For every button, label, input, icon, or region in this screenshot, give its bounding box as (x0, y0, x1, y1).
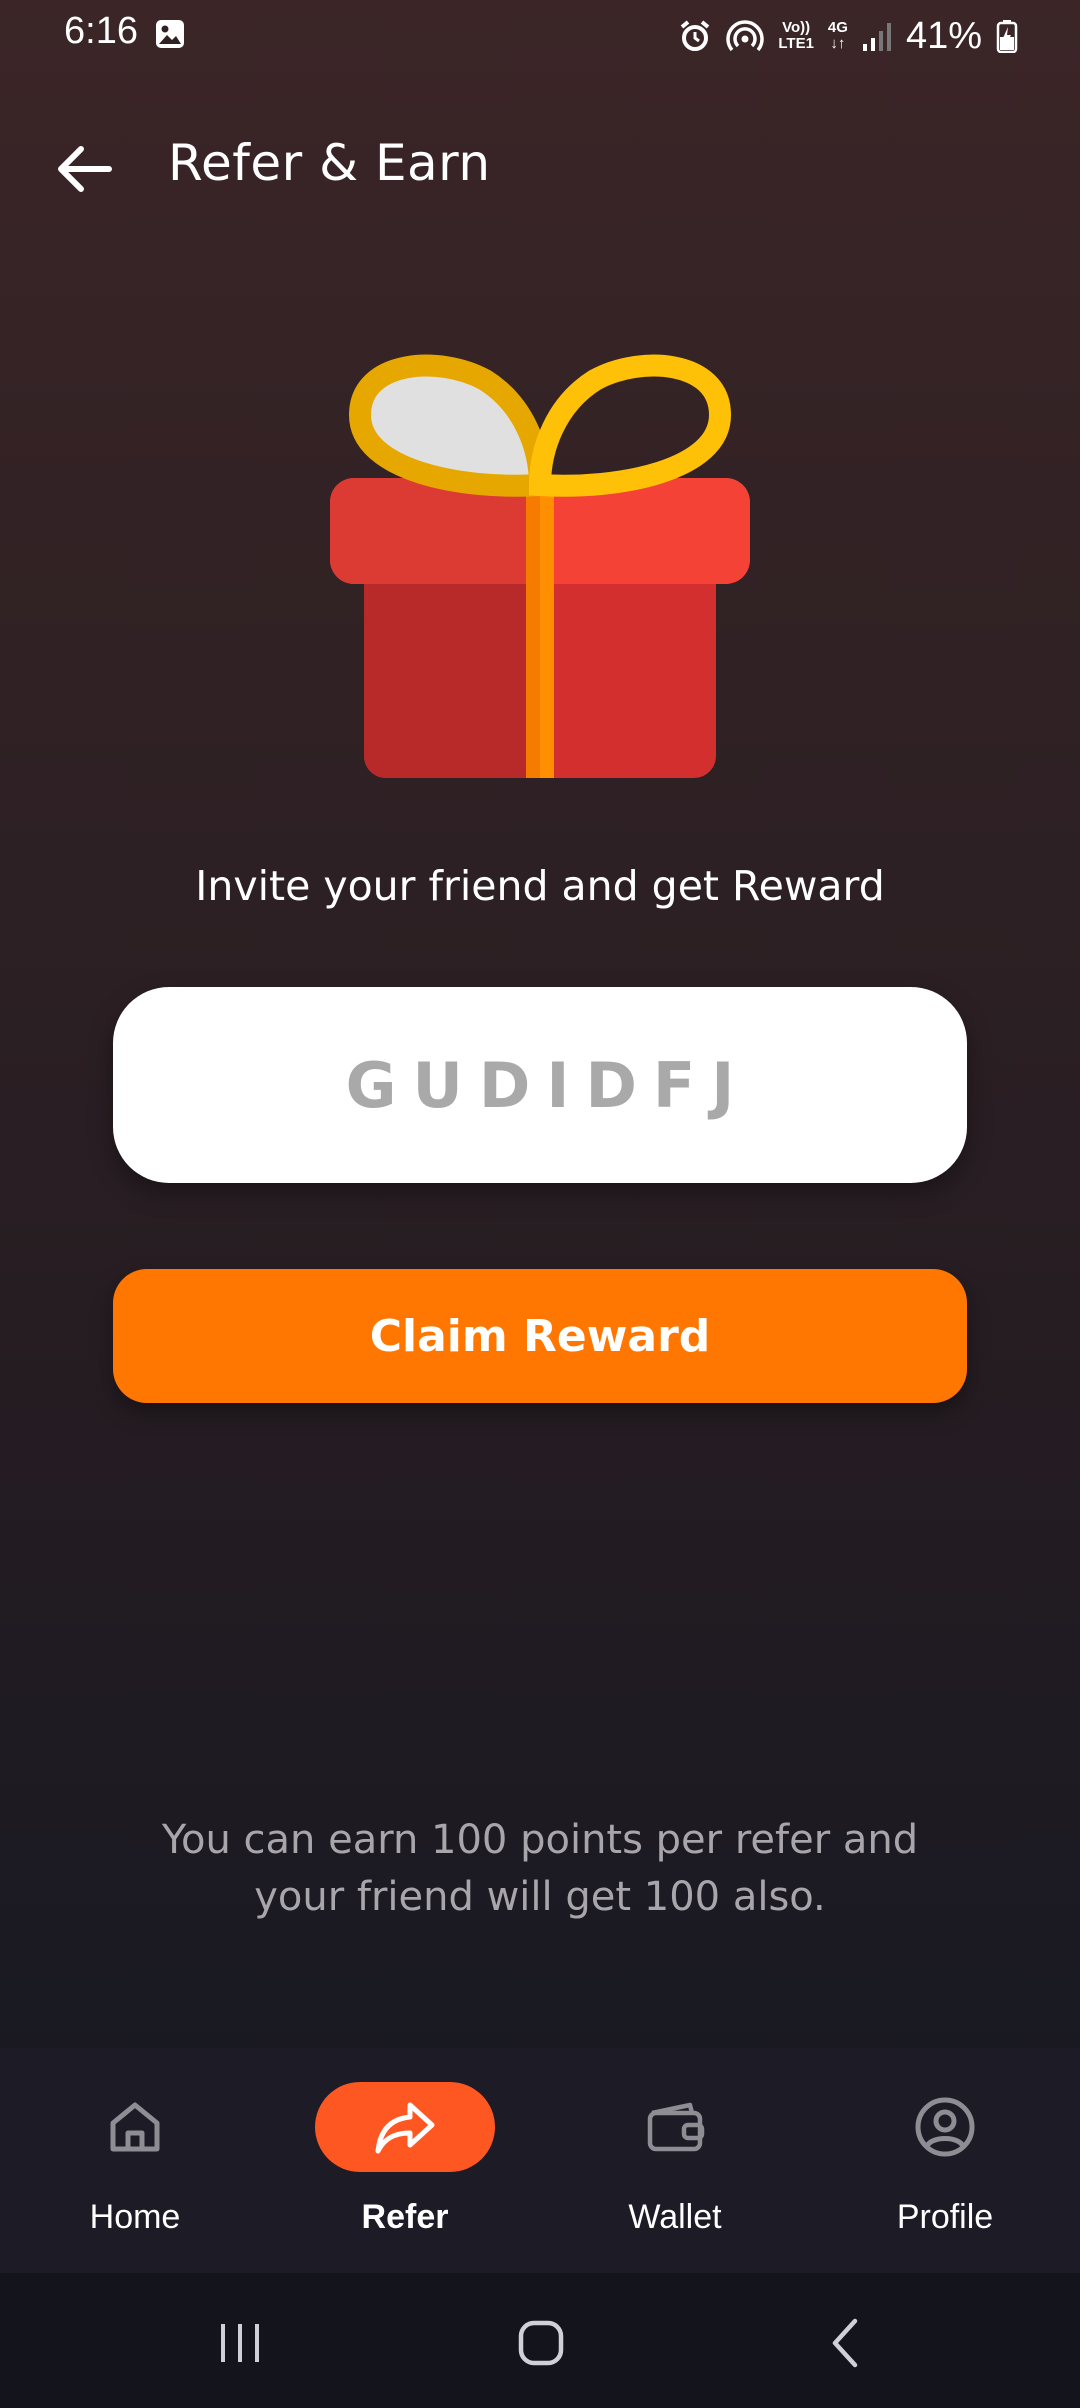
battery-charging-icon (996, 20, 1018, 53)
data-bottom: ↓↑ (830, 35, 846, 52)
status-time: 6:16 (64, 10, 138, 52)
home-icon (110, 2102, 160, 2152)
claim-reward-button[interactable]: Claim Reward (113, 1269, 967, 1403)
bottom-nav: Home Refer Wallet Profile (0, 2048, 1080, 2273)
status-bar: 6:16 Vo)) LTE1 4G ↓↑ 41% (0, 0, 1080, 72)
gallery-icon (156, 20, 184, 48)
wallet-icon (647, 2102, 705, 2152)
gift-illustration (330, 354, 750, 778)
battery-percent: 41% (905, 14, 982, 57)
nav-icon-container (855, 2082, 1035, 2172)
home-circle-icon (518, 2320, 564, 2366)
referral-code: GUDIDFJ (345, 1048, 751, 1122)
volte-indicator: Vo)) LTE1 (778, 20, 814, 52)
page-title: Refer & Earn (168, 134, 491, 192)
nav-item-refer[interactable]: Refer (270, 2048, 540, 2273)
home-system-button[interactable] (496, 2303, 586, 2383)
recent-apps-icon (221, 2324, 259, 2362)
system-nav-bar (0, 2273, 1080, 2408)
nav-label-home: Home (89, 2198, 181, 2236)
back-chevron-icon (832, 2318, 858, 2368)
recent-apps-button[interactable] (195, 2303, 285, 2383)
nav-icon-container-active (315, 2082, 495, 2172)
share-icon (375, 2102, 435, 2154)
signal-icon (862, 23, 891, 51)
hotspot-icon (726, 20, 765, 52)
nav-item-wallet[interactable]: Wallet (540, 2048, 810, 2273)
nav-label-refer: Refer (361, 2198, 449, 2236)
nav-label-wallet: Wallet (628, 2198, 722, 2236)
alarm-icon (681, 20, 710, 51)
nav-item-home[interactable]: Home (0, 2048, 270, 2273)
data-indicator: 4G ↓↑ (828, 20, 848, 52)
invite-text: Invite your friend and get Reward (195, 862, 885, 910)
volte-top: Vo)) (782, 19, 811, 36)
nav-icon-container (585, 2082, 765, 2172)
data-top: 4G (827, 19, 848, 36)
nav-item-profile[interactable]: Profile (810, 2048, 1080, 2273)
app-bar: Refer & Earn (0, 110, 1080, 220)
back-button[interactable] (50, 134, 120, 204)
claim-reward-label: Claim Reward (369, 1310, 711, 1362)
status-icons: Vo)) LTE1 4G ↓↑ 41% (678, 12, 1018, 60)
nav-label-profile: Profile (896, 2198, 994, 2236)
nav-icon-container (45, 2082, 225, 2172)
info-text: You can earn 100 points per refer and yo… (161, 1817, 919, 1920)
back-system-button[interactable] (800, 2303, 890, 2383)
volte-bottom: LTE1 (778, 35, 814, 52)
profile-icon (915, 2097, 975, 2157)
referral-code-box[interactable]: GUDIDFJ (113, 987, 967, 1183)
back-arrow-icon (58, 146, 112, 192)
